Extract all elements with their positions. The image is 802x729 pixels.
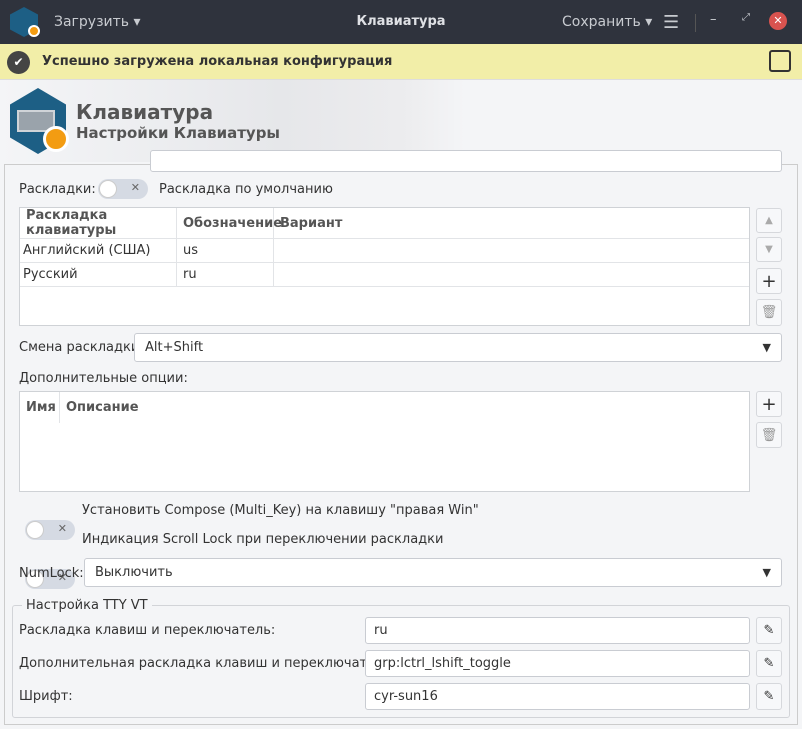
layout-switch-select[interactable]: Alt+Shift ▼ [134,333,782,362]
compose-toggle[interactable]: ✕ [25,520,75,540]
tty-font-label: Шрифт: [19,689,73,704]
tty-extra-keymap-input[interactable]: grp:lctrl_lshift_toggle [365,650,750,677]
compose-label: Установить Compose (Multi_Key) на клавиш… [82,503,479,518]
close-button[interactable]: ✕ [769,12,787,30]
edit-pencil-icon[interactable]: ✎ [756,617,782,644]
chevron-down-icon: ▼ [762,341,771,354]
delete-option-button[interactable]: 🗑 [756,422,782,448]
layouts-label: Раскладки: [19,182,96,197]
scroll-lock-label: Индикация Scroll Lock при переключении р… [82,532,444,547]
gear-icon [43,126,69,152]
options-label: Дополнительные опции: [19,371,188,386]
minimize-button[interactable]: – [710,12,717,27]
tty-keymap-label: Раскладка клавиш и переключатель: [19,623,276,638]
info-message: Успешно загружена локальная конфигурация [42,54,393,69]
maximize-button[interactable]: ⤢ [742,12,750,23]
save-profile-icon[interactable] [769,50,791,72]
edit-pencil-icon[interactable]: ✎ [756,650,782,677]
edit-pencil-icon[interactable]: ✎ [756,683,782,710]
layouts-table: Раскладка клавиатуры Обозначение Вариант… [19,207,750,326]
title-bar: Загрузить ▾ Клавиатура Сохранить ▾ ☰ – ⤢… [0,0,802,44]
default-layout-toggle[interactable]: ✕ [98,179,148,199]
hamburger-menu-icon[interactable]: ☰ [663,12,679,33]
add-option-button[interactable]: + [756,391,782,417]
move-down-button[interactable]: ▼ [756,237,782,262]
table-header: Раскладка клавиатуры Обозначение Вариант [20,208,749,239]
chevron-down-icon: ▼ [762,566,771,579]
info-bar: ✔ Успешно загружена локальная конфигурац… [0,44,802,80]
window-title: Клавиатура [356,14,446,29]
table-row[interactable]: Русский ru [20,263,749,287]
move-up-button[interactable]: ▲ [756,208,782,233]
numlock-label: NumLock: [19,566,84,581]
page-title: Клавиатура [76,100,214,124]
delete-layout-button[interactable]: 🗑 [756,299,782,326]
numlock-select[interactable]: Выключить ▼ [84,558,782,587]
page-subtitle: Настройки Клавиатуры [76,124,280,142]
add-layout-button[interactable]: + [756,268,782,294]
save-menu-button[interactable]: Сохранить ▾ [562,14,652,30]
scrolled-input[interactable] [150,150,782,172]
options-table: Имя Описание [19,391,750,492]
tty-extra-keymap-label: Дополнительная раскладка клавиш и перекл… [19,656,396,671]
tty-keymap-input[interactable]: ru [365,617,750,644]
dropdown-arrow-icon: ▾ [645,14,653,30]
table-row[interactable]: Английский (США) us [20,239,749,263]
switch-label: Смена раскладки: [19,340,144,355]
tty-group-title: Настройка TTY VT [22,598,152,613]
default-layout-label: Раскладка по умолчанию [159,182,333,197]
tty-font-input[interactable]: cyr-sun16 [365,683,750,710]
check-icon: ✔ [7,51,30,74]
